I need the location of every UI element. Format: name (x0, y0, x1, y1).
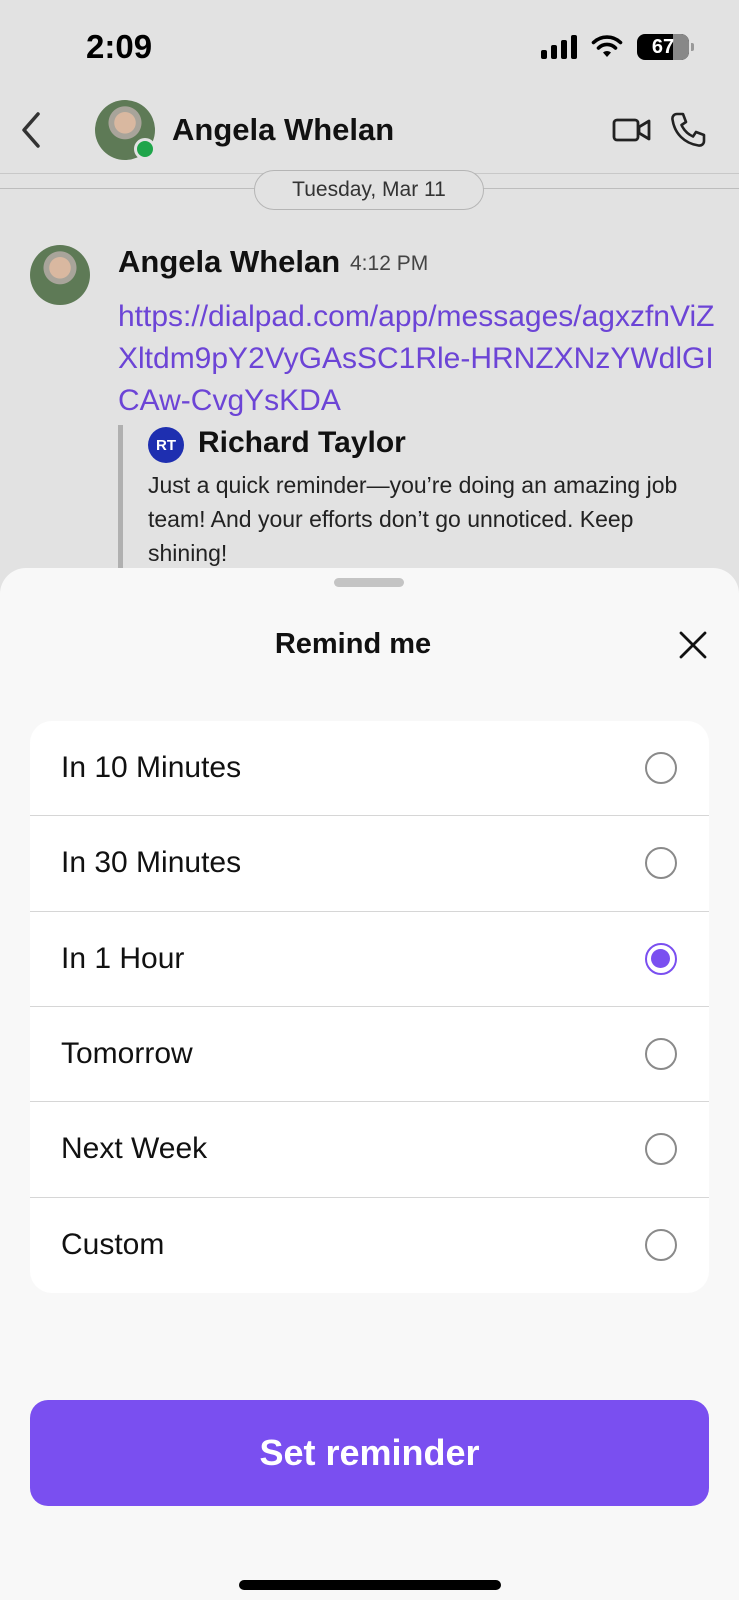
back-icon[interactable] (14, 108, 50, 152)
option-custom[interactable]: Custom (30, 1198, 709, 1293)
contact-name[interactable]: Angela Whelan (172, 112, 394, 148)
radio-button-selected[interactable] (645, 942, 677, 975)
option-label: Next Week (61, 1132, 208, 1166)
phone-call-icon[interactable] (668, 110, 708, 150)
option-in-10-minutes[interactable]: In 10 Minutes (30, 721, 709, 817)
quote-author-badge: RT (148, 427, 184, 463)
status-bar: 2:09 67 (0, 0, 739, 92)
status-time: 2:09 (86, 28, 153, 65)
close-icon[interactable] (676, 628, 710, 662)
reminder-options: In 10 Minutes In 30 Minutes In 1 Hour To… (30, 721, 709, 1293)
option-tomorrow[interactable]: Tomorrow (30, 1007, 709, 1103)
option-label: In 30 Minutes (61, 846, 242, 880)
quote-text: Just a quick reminder—you’re doing an am… (148, 472, 678, 566)
chat-header: Angela Whelan (0, 92, 739, 174)
battery-icon: 67 (637, 34, 694, 60)
wifi-icon (591, 35, 623, 57)
status-icons: 67 (541, 34, 694, 60)
date-divider: Tuesday, Mar 11 (254, 170, 484, 210)
quote-bar (118, 425, 123, 575)
option-next-week[interactable]: Next Week (30, 1102, 709, 1198)
radio-button[interactable] (645, 1038, 677, 1071)
option-in-1-hour[interactable]: In 1 Hour (30, 912, 709, 1007)
radio-button[interactable] (645, 847, 677, 880)
signal-icon (541, 35, 577, 59)
battery-level: 67 (651, 35, 675, 58)
quote-author: Richard Taylor (198, 426, 406, 459)
presence-indicator (134, 138, 156, 160)
sheet-title: Remind me (274, 628, 432, 660)
option-label: In 1 Hour (61, 941, 185, 975)
video-call-icon[interactable] (612, 114, 652, 146)
message-sender: Angela Whelan (118, 244, 341, 279)
radio-button[interactable] (645, 1229, 677, 1262)
option-in-30-minutes[interactable]: In 30 Minutes (30, 816, 709, 912)
set-reminder-button[interactable]: Set reminder (30, 1400, 709, 1506)
option-label: In 10 Minutes (61, 751, 242, 785)
message-time: 4:12 PM (350, 252, 429, 275)
message-avatar[interactable] (30, 245, 90, 305)
option-label: Custom (61, 1228, 165, 1262)
home-indicator (239, 1580, 501, 1590)
sheet-grabber[interactable] (334, 578, 404, 587)
radio-button[interactable] (645, 752, 677, 785)
option-label: Tomorrow (61, 1037, 193, 1071)
radio-button[interactable] (645, 1133, 677, 1166)
message-link[interactable]: https://dialpad.com/app/messages/agxzfnV… (118, 296, 718, 422)
remind-me-sheet: Remind me In 10 Minutes In 30 Minutes In… (0, 568, 739, 1600)
